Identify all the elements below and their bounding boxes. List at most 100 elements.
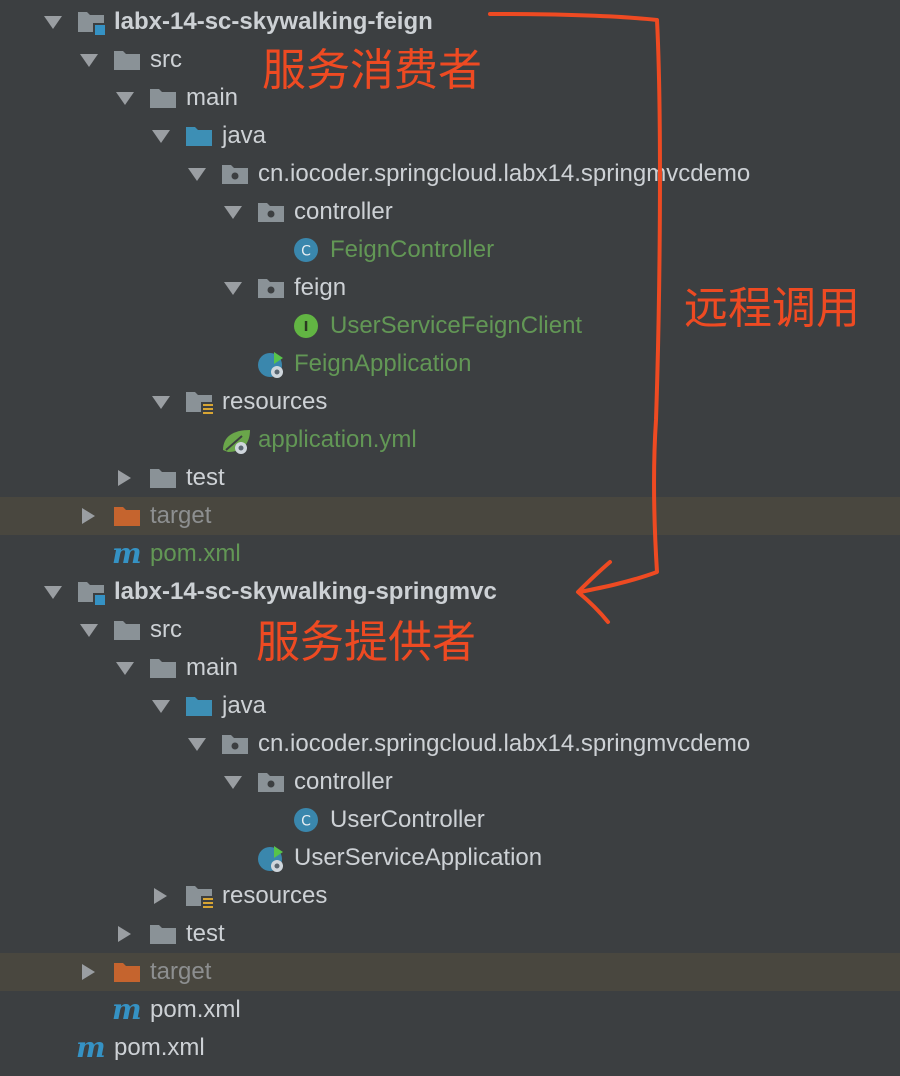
expand-arrow-right-icon[interactable] [78,497,100,535]
tree-row-userserviceapplication[interactable]: UserServiceApplication [0,839,900,877]
tree-row-pom-xml[interactable]: m pom.xml [0,535,900,573]
expand-arrow-down-icon[interactable] [222,269,244,307]
expand-arrow-down-icon[interactable] [222,193,244,231]
expand-arrow-right-icon[interactable] [114,459,136,497]
tree-row-springmvcdemo[interactable]: cn.iocoder.springcloud.labx14.springmvcd… [0,725,900,763]
module-folder-icon [76,3,110,41]
package-icon [220,725,254,763]
tree-row-target[interactable]: target [0,497,900,535]
tree-row-feignapplication[interactable]: FeignApplication [0,345,900,383]
tree-item-label: main [186,84,239,111]
spring-boot-app-icon [256,345,290,383]
tree-item-label: application.yml [258,426,417,453]
tree-row-labx-14-sc-skywalking-springmvc[interactable]: labx-14-sc-skywalking-springmvc [0,573,900,611]
expand-arrow-down-icon[interactable] [78,41,100,79]
tree-row-java[interactable]: java [0,687,900,725]
tree-item-label: UserServiceFeignClient [330,312,583,339]
tree-item-label: UserServiceApplication [294,844,543,871]
tree-item-label: labx-14-sc-skywalking-springmvc [114,578,497,605]
expand-arrow-down-icon[interactable] [42,3,64,41]
tree-row-pom-xml[interactable]: m pom.xml [0,991,900,1029]
class-icon: C [292,231,326,269]
svg-text:I: I [304,320,309,335]
tree-item-label: cn.iocoder.springcloud.labx14.springmvcd… [258,160,751,187]
maven-icon: m [112,535,146,573]
tree-row-java[interactable]: java [0,117,900,155]
expand-arrow-down-icon[interactable] [150,687,172,725]
expand-arrow-down-icon[interactable] [150,383,172,421]
tree-item-label: pom.xml [150,996,241,1023]
expand-arrow-right-icon[interactable] [78,953,100,991]
interface-icon: I [292,307,326,345]
tree-row-resources[interactable]: resources [0,877,900,915]
expand-arrow-down-icon[interactable] [186,725,208,763]
consumer-annotation: 服务消费者 [262,45,482,96]
svg-text:C: C [301,814,311,830]
svg-text:m: m [112,540,142,568]
tree-item-label: test [186,464,225,491]
expand-arrow-down-icon[interactable] [150,117,172,155]
tree-row-test[interactable]: test [0,915,900,953]
expand-arrow-down-icon[interactable] [186,155,208,193]
tree-item-label: java [222,122,267,149]
tree-item-label: FeignController [330,236,495,263]
folder-icon [112,41,146,79]
tree-item-label: java [222,692,267,719]
resources-folder-icon [184,877,218,915]
tree-item-label: target [150,502,212,529]
expand-arrow-down-icon[interactable] [114,79,136,117]
spring-boot-app-icon [256,839,290,877]
package-icon [256,763,290,801]
tree-row-labx-14-sc-skywalking-feign[interactable]: labx-14-sc-skywalking-feign [0,3,900,41]
tree-row-resources[interactable]: resources [0,383,900,421]
folder-icon [148,915,182,953]
tree-item-label: controller [294,198,393,225]
project-tree: labx-14-sc-skywalking-feign src main java cn… [0,0,900,1076]
tree-row-test[interactable]: test [0,459,900,497]
excluded-folder-icon [112,953,146,991]
folder-icon [112,611,146,649]
package-icon [256,193,290,231]
tree-item-label: FeignApplication [294,350,472,377]
maven-icon: m [112,991,146,1029]
expand-arrow-right-icon[interactable] [114,915,136,953]
maven-icon: m [76,1029,110,1067]
provider-annotation: 服务提供者 [256,617,476,668]
tree-item-label: cn.iocoder.springcloud.labx14.springmvcd… [258,730,751,757]
tree-row-application-yml[interactable]: application.yml [0,421,900,459]
tree-item-label: resources [222,882,328,909]
package-icon [220,155,254,193]
tree-item-label: UserController [330,806,485,833]
excluded-folder-icon [112,497,146,535]
expand-arrow-right-icon[interactable] [150,877,172,915]
expand-arrow-down-icon[interactable] [78,611,100,649]
tree-row-feigncontroller[interactable]: C FeignController [0,231,900,269]
tree-item-label: src [150,616,182,643]
tree-item-label: test [186,920,225,947]
tree-row-springmvcdemo[interactable]: cn.iocoder.springcloud.labx14.springmvcd… [0,155,900,193]
expand-arrow-down-icon[interactable] [42,573,64,611]
tree-item-label: controller [294,768,393,795]
spring-config-icon [220,421,254,459]
tree-row-controller[interactable]: controller [0,763,900,801]
tree-row-pom-xml[interactable]: m pom.xml [0,1029,900,1067]
tree-item-label: pom.xml [150,540,241,567]
tree-row-controller[interactable]: controller [0,193,900,231]
folder-icon [148,649,182,687]
svg-text:C: C [301,244,311,260]
tree-row-target[interactable]: target [0,953,900,991]
tree-item-label: pom.xml [114,1034,205,1061]
class-icon: C [292,801,326,839]
tree-item-label: labx-14-sc-skywalking-feign [114,8,433,35]
svg-text:m: m [76,1034,106,1062]
resources-folder-icon [184,383,218,421]
source-root-folder-icon [184,117,218,155]
tree-item-label: src [150,46,182,73]
tree-row-usercontroller[interactable]: C UserController [0,801,900,839]
tree-item-label: main [186,654,239,681]
expand-arrow-down-icon[interactable] [222,763,244,801]
expand-arrow-down-icon[interactable] [114,649,136,687]
folder-icon [148,79,182,117]
tree-item-label: feign [294,274,347,301]
package-icon [256,269,290,307]
